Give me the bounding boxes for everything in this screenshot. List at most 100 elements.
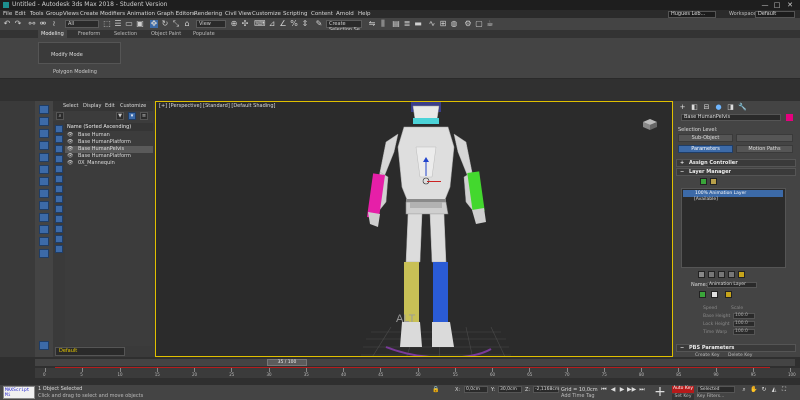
filter-geometry-icon[interactable]	[55, 125, 63, 133]
filter-hidden-icon[interactable]	[55, 235, 63, 243]
tab-freeform[interactable]: Freeform	[75, 30, 103, 38]
material-editor-icon[interactable]: ◍	[450, 20, 458, 28]
layout-icon[interactable]	[39, 237, 49, 246]
layer-new-icon[interactable]	[698, 271, 705, 278]
filter-frozen-icon[interactable]	[55, 225, 63, 233]
display-tab-icon[interactable]: ◨	[726, 103, 735, 111]
menu-help[interactable]: Help	[358, 10, 371, 18]
object-color-swatch[interactable]	[786, 114, 793, 121]
filter-dropdown-icon[interactable]: ▾	[128, 112, 136, 120]
motion-paths-button[interactable]: Motion Paths	[736, 145, 793, 153]
menu-views[interactable]: Views	[63, 10, 79, 18]
modify-mode-button[interactable]: Modify Mode	[38, 42, 121, 64]
layout-icon[interactable]	[39, 341, 49, 350]
modify-tab-icon[interactable]: ◧	[690, 103, 699, 111]
layer-collapse-icon[interactable]	[738, 271, 745, 278]
menu-customize[interactable]: Customize	[252, 10, 281, 18]
layer-delete-icon[interactable]	[728, 271, 735, 278]
find-icon[interactable]: ⌕	[56, 112, 64, 120]
filter-groups-icon[interactable]	[55, 185, 63, 193]
selection-filter-dropdown[interactable]: All	[65, 20, 99, 28]
lock-selection-icon[interactable]: 🔒	[432, 386, 440, 393]
visibility-icon[interactable]: 👁	[67, 146, 73, 153]
layout-icon[interactable]	[39, 153, 49, 162]
perspective-viewport[interactable]: [+] [Perspective] [Standard] [Default Sh…	[155, 101, 673, 357]
motion-tab-icon[interactable]: ●	[714, 103, 723, 111]
previous-frame-icon[interactable]: ◀	[609, 386, 617, 393]
bind-spacewarp-icon[interactable]: ≀	[50, 20, 58, 28]
visibility-icon[interactable]: 👁	[67, 132, 73, 139]
filter-xrefs-icon[interactable]	[55, 195, 63, 203]
layout-icon[interactable]	[39, 225, 49, 234]
visibility-icon[interactable]: 👁	[67, 153, 73, 160]
select-object-icon[interactable]: ⬚	[103, 20, 111, 28]
layout-icon[interactable]	[39, 249, 49, 258]
menu-rendering[interactable]: Rendering	[194, 10, 222, 18]
menu-content[interactable]: Content	[311, 10, 333, 18]
rectangle-selection-icon[interactable]: ▭	[125, 20, 133, 28]
z-coordinate-field[interactable]: -2,1168cm	[533, 386, 559, 393]
keyboard-shortcut-icon[interactable]: ⌨	[254, 20, 266, 28]
go-to-end-icon[interactable]: ⏭	[638, 386, 646, 393]
menu-file[interactable]: File	[3, 10, 12, 18]
select-and-move-icon[interactable]: ✥	[150, 20, 158, 28]
visibility-icon[interactable]: 👁	[67, 139, 73, 146]
layer-item[interactable]: 100% Animation Layer	[683, 190, 783, 197]
tab-populate[interactable]: Populate	[190, 30, 218, 38]
filter-lights-icon[interactable]	[55, 145, 63, 153]
mirror-icon[interactable]: ⇋	[368, 20, 376, 28]
layout-icon[interactable]	[39, 213, 49, 222]
select-and-place-icon[interactable]: ⌂	[183, 20, 191, 28]
current-layer-dropdown[interactable]: Default	[55, 347, 125, 356]
layer-mute-icon[interactable]	[711, 291, 718, 298]
object-name-field[interactable]: Base HumanPelvis	[681, 114, 781, 121]
unlink-icon[interactable]: ⚮	[39, 20, 47, 28]
layer-list[interactable]: 100% Animation Layer [Available]	[681, 188, 786, 268]
list-item[interactable]: 👁 Base HumanPlatform	[65, 153, 153, 160]
filter-spacewarps-icon[interactable]	[55, 175, 63, 183]
toggle-scene-explorer-icon[interactable]: ▤	[392, 20, 400, 28]
filter-shapes-icon[interactable]	[55, 135, 63, 143]
menu-civil-view[interactable]: Civil View	[225, 10, 251, 18]
maxscript-listener[interactable]: MAXScript Mi	[3, 386, 35, 399]
menu-create[interactable]: Create	[80, 10, 98, 18]
explorer-menu-select[interactable]: Select	[63, 102, 78, 110]
close-button[interactable]: ✕	[785, 1, 795, 9]
parameters-button[interactable]: Parameters	[678, 145, 733, 153]
field-of-view-icon[interactable]: ◭	[770, 386, 778, 393]
layer-available[interactable]: [Available]	[694, 197, 718, 202]
layout-icon[interactable]	[39, 129, 49, 138]
filter-all-icon[interactable]	[55, 245, 63, 253]
layer-edit-icon[interactable]	[710, 178, 717, 185]
y-coordinate-field[interactable]: 30,0cm	[498, 386, 522, 393]
list-item[interactable]: 👁 Base Human	[65, 132, 153, 139]
visibility-icon[interactable]: 👁	[67, 160, 73, 167]
time-warp-field[interactable]: 100.0	[733, 329, 755, 335]
layer-lock-icon[interactable]	[725, 291, 732, 298]
list-item[interactable]: 👁 Base HumanPlatform	[65, 139, 153, 146]
layer-weight-icon[interactable]	[699, 291, 706, 298]
window-crossing-icon[interactable]: ▣	[136, 20, 144, 28]
maximize-viewport-icon[interactable]: ⛶	[780, 386, 788, 393]
character-model[interactable]	[366, 102, 496, 357]
reference-coordinate-dropdown[interactable]: View	[196, 20, 226, 28]
list-item[interactable]: 👁 0X_Mannequin	[65, 160, 153, 167]
menu-arnold[interactable]: Arnold	[336, 10, 354, 18]
sub-object-dropdown[interactable]	[736, 134, 793, 142]
layout-icon[interactable]	[39, 189, 49, 198]
layout-icon[interactable]	[39, 165, 49, 174]
polygon-modeling-dropdown[interactable]: Polygon Modeling	[38, 68, 121, 76]
layout-icon[interactable]	[39, 105, 49, 114]
toggle-layer-explorer-icon[interactable]: ≣	[403, 20, 411, 28]
list-item-selected[interactable]: 👁 Base HumanPelvis	[65, 146, 153, 153]
viewcube-icon[interactable]	[641, 117, 659, 131]
percent-snap-icon[interactable]: %	[290, 20, 298, 28]
next-frame-icon[interactable]: ▶▶	[627, 386, 636, 393]
maximize-button[interactable]: □	[772, 1, 782, 9]
add-time-tag-button[interactable]: Add Time Tag	[561, 393, 595, 399]
viewport-label[interactable]: [+] [Perspective] [Standard] [Default Sh…	[159, 103, 275, 109]
select-and-scale-icon[interactable]: ⤡	[172, 20, 180, 28]
toggle-ribbon-icon[interactable]: ▬	[414, 20, 422, 28]
sub-object-button[interactable]: Sub-Object	[678, 134, 733, 142]
workspace-dropdown[interactable]: Default	[755, 10, 795, 18]
